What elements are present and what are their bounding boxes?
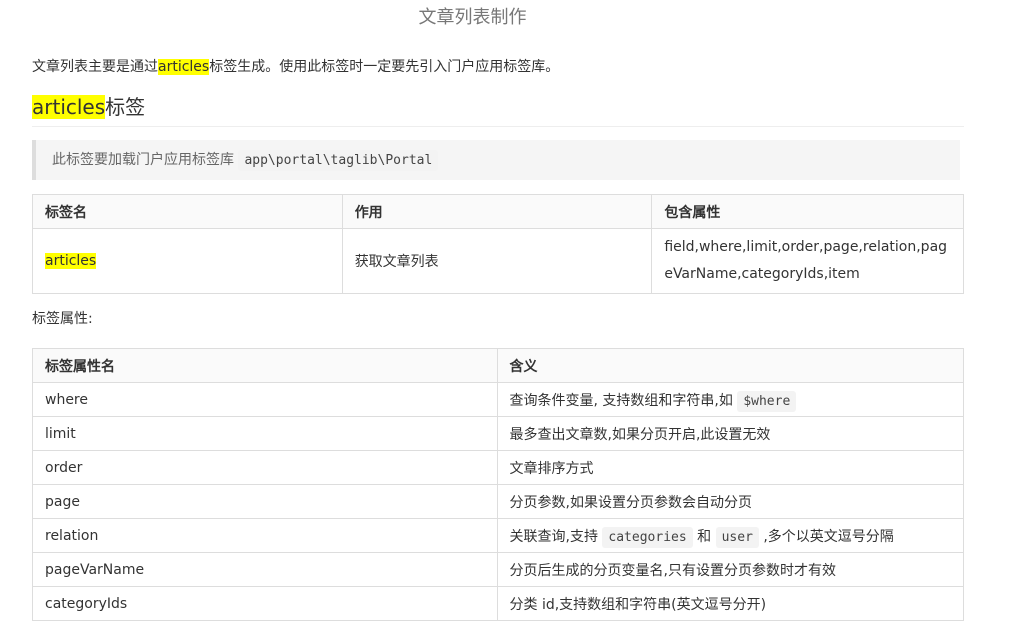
table-row: where 查询条件变量, 支持数组和字符串,如 $where xyxy=(32,382,964,417)
table-row: relation 关联查询,支持 categories 和 user ,多个以英… xyxy=(32,518,964,553)
table-row: page 分页参数,如果设置分页参数会自动分页 xyxy=(32,484,964,519)
attr-name-cell: page xyxy=(32,484,498,519)
meaning-text: 查询条件变量, 支持数组和字符串,如 xyxy=(509,392,738,409)
attr-name-cell: where xyxy=(32,382,498,417)
tags-table: 标签名 作用 包含属性 articles 获取文章列表 field,where,… xyxy=(32,194,964,294)
meaning-text: 和 xyxy=(692,528,716,545)
table-row: categoryIds 分类 id,支持数组和字符串(英文逗号分开) xyxy=(32,586,964,621)
tag-name-cell: articles xyxy=(32,228,343,294)
attr-meaning-cell: 查询条件变量, 支持数组和字符串,如 $where xyxy=(496,382,964,417)
section-heading-highlight: articles xyxy=(32,95,106,119)
attr-meaning-cell: 分页后生成的分页变量名,只有设置分页参数时才有效 xyxy=(496,552,964,587)
header-cell: 标签属性名 xyxy=(32,348,498,383)
meaning-text: ,多个以英文逗号分隔 xyxy=(758,528,894,545)
attributes-table: 标签属性名 含义 where 查询条件变量, 支持数组和字符串,如 $where… xyxy=(32,348,964,621)
tag-attributes-cell: field,where,limit,order,page,relation,pa… xyxy=(651,228,964,294)
attr-meaning-cell: 文章排序方式 xyxy=(496,450,964,485)
meaning-code: $where xyxy=(737,390,797,412)
intro-text-after: 标签生成。使用此标签时一定要先引入门户应用标签库。 xyxy=(209,59,560,75)
header-cell: 含义 xyxy=(496,348,964,383)
attr-name-cell: pageVarName xyxy=(32,552,498,587)
attributes-caption: 标签属性: xyxy=(32,311,93,327)
intro-text-before: 文章列表主要是通过 xyxy=(32,59,158,75)
header-cell: 标签名 xyxy=(32,194,343,229)
page-title: 文章列表制作 xyxy=(418,7,527,28)
section-heading-rest: 标签 xyxy=(105,95,146,119)
attr-name-cell: limit xyxy=(32,416,498,451)
table-row: limit 最多查出文章数,如果分页开启,此设置无效 xyxy=(32,416,964,451)
tag-name-highlight: articles xyxy=(45,253,97,269)
attr-meaning-cell: 分类 id,支持数组和字符串(英文逗号分开) xyxy=(496,586,964,621)
section-heading: articles标签 xyxy=(32,92,964,127)
tag-purpose-cell: 获取文章列表 xyxy=(341,228,653,294)
attr-meaning-cell: 最多查出文章数,如果分页开启,此设置无效 xyxy=(496,416,964,451)
note-code: app\portal\taglib\Portal xyxy=(238,150,439,171)
intro-paragraph: 文章列表主要是通过articles标签生成。使用此标签时一定要先引入门户应用标签… xyxy=(32,56,559,78)
meaning-code: categories xyxy=(602,526,693,548)
attr-name-cell: categoryIds xyxy=(32,586,498,621)
note-text: 此标签要加载门户应用标签库 xyxy=(52,152,234,168)
meaning-text: 关联查询,支持 xyxy=(509,528,603,545)
table-row: articles 获取文章列表 field,where,limit,order,… xyxy=(32,228,964,294)
note-blockquote: 此标签要加载门户应用标签库 app\portal\taglib\Portal xyxy=(32,140,960,180)
attr-meaning-cell: 分页参数,如果设置分页参数会自动分页 xyxy=(496,484,964,519)
table-row: order 文章排序方式 xyxy=(32,450,964,485)
intro-highlight: articles xyxy=(158,59,210,75)
header-cell: 作用 xyxy=(341,194,653,229)
table-row: pageVarName 分页后生成的分页变量名,只有设置分页参数时才有效 xyxy=(32,552,964,587)
meaning-code: user xyxy=(715,526,759,548)
table-header-row: 标签属性名 含义 xyxy=(32,348,964,383)
attr-meaning-cell: 关联查询,支持 categories 和 user ,多个以英文逗号分隔 xyxy=(496,518,964,553)
header-cell: 包含属性 xyxy=(651,194,964,229)
attr-name-cell: relation xyxy=(32,518,498,553)
table-header-row: 标签名 作用 包含属性 xyxy=(32,194,964,229)
attr-name-cell: order xyxy=(32,450,498,485)
